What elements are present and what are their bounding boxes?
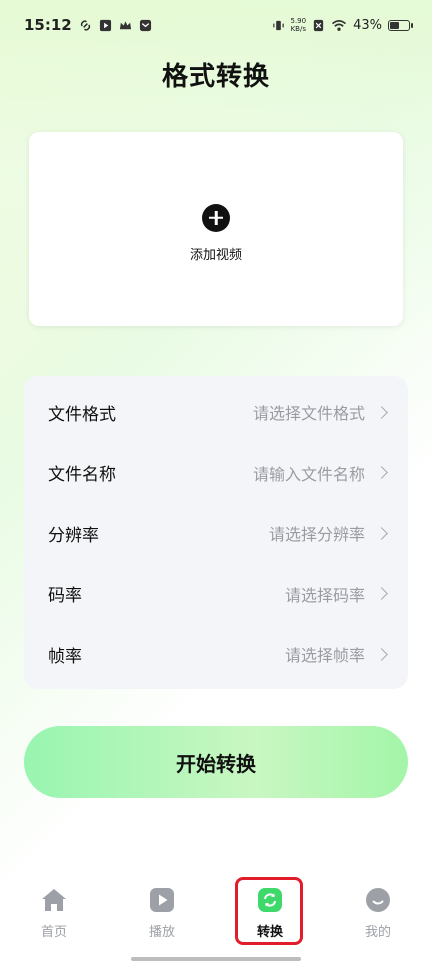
conversion-settings-list: 文件格式 请选择文件格式 文件名称 请输入文件名称 分辨率 请选择分辨率 码率 … — [24, 376, 408, 689]
setting-row-file-format[interactable]: 文件格式 请选择文件格式 — [24, 382, 408, 443]
tab-profile[interactable]: 我的 — [338, 880, 418, 940]
play-icon — [150, 888, 174, 912]
video-app-icon — [99, 19, 111, 31]
battery-icon — [388, 19, 413, 31]
setting-label: 码率 — [48, 586, 82, 607]
tab-label: 我的 — [364, 925, 391, 940]
tab-label: 播放 — [148, 925, 175, 940]
add-video-card[interactable]: 添加视频 — [29, 132, 403, 326]
chevron-right-icon — [375, 647, 388, 661]
setting-row-bitrate[interactable]: 码率 请选择码率 — [24, 564, 408, 625]
vibrate-icon — [272, 20, 284, 30]
message-app-icon — [139, 19, 151, 31]
tab-play[interactable]: 播放 — [122, 880, 202, 940]
chevron-right-icon — [375, 526, 388, 540]
link-icon — [80, 19, 90, 31]
setting-label: 文件格式 — [48, 404, 116, 425]
status-bar: 15:12 5.90 KB/s 43% — [0, 0, 432, 50]
format-convert-page: 15:12 5.90 KB/s 43% 格式转换 添加视频 文件格式 请选择文件… — [0, 0, 432, 964]
no-sim-icon — [313, 19, 324, 31]
wifi-icon — [332, 19, 347, 31]
setting-value: 请选择分辨率 — [268, 525, 365, 545]
chevron-right-icon — [375, 466, 388, 480]
chevron-right-icon — [375, 587, 388, 601]
start-convert-button[interactable]: 开始转换 — [24, 726, 408, 798]
setting-value: 请选择码率 — [284, 585, 365, 605]
home-indicator[interactable] — [131, 957, 301, 961]
bottom-tab-bar: 首页 播放 转换 我的 — [0, 880, 432, 950]
highlight-box — [235, 877, 303, 945]
crown-icon — [119, 20, 131, 29]
setting-row-file-name[interactable]: 文件名称 请输入文件名称 — [24, 443, 408, 504]
setting-value: 请选择帧率 — [284, 646, 365, 666]
setting-row-frame-rate[interactable]: 帧率 请选择帧率 — [24, 624, 408, 685]
status-time: 15:12 — [24, 16, 72, 34]
battery-percent: 43% — [353, 17, 382, 33]
setting-label: 帧率 — [48, 646, 82, 667]
setting-value: 请选择文件格式 — [252, 404, 365, 424]
add-video-label: 添加视频 — [189, 247, 242, 263]
setting-label: 分辨率 — [48, 525, 99, 546]
home-icon — [42, 889, 66, 911]
add-icon — [202, 203, 230, 232]
setting-row-resolution[interactable]: 分辨率 请选择分辨率 — [24, 503, 408, 564]
page-title: 格式转换 — [161, 62, 270, 92]
setting-value: 请输入文件名称 — [252, 464, 365, 484]
chevron-right-icon — [375, 405, 388, 419]
network-speed: 5.90 KB/s — [290, 17, 307, 33]
profile-icon — [366, 888, 390, 912]
tab-label: 首页 — [40, 925, 67, 940]
tab-home[interactable]: 首页 — [14, 880, 94, 940]
setting-label: 文件名称 — [48, 465, 116, 486]
